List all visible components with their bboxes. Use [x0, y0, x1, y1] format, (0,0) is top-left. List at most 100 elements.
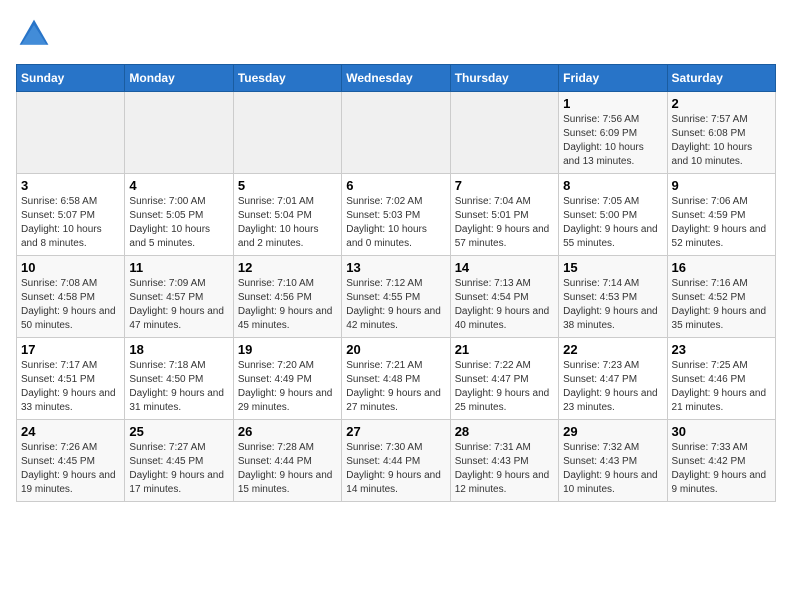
week-row-0: 1 Sunrise: 7:56 AM Sunset: 6:09 PM Daylig…	[17, 92, 776, 174]
day-number: 11	[129, 260, 228, 275]
day-info: Sunrise: 7:57 AM Sunset: 6:08 PM Dayligh…	[672, 113, 771, 169]
day-info: Sunrise: 7:31 AM Sunset: 4:43 PM Dayligh…	[455, 441, 554, 497]
day-header-friday: Friday	[559, 65, 667, 92]
day-number: 26	[238, 424, 337, 439]
day-number: 14	[455, 260, 554, 275]
day-info: Sunrise: 7:05 AM Sunset: 5:00 PM Dayligh…	[563, 195, 662, 251]
week-row-2: 10 Sunrise: 7:08 AM Sunset: 4:58 PM Dayli…	[17, 256, 776, 338]
day-header-tuesday: Tuesday	[233, 65, 341, 92]
day-info: Sunrise: 7:23 AM Sunset: 4:47 PM Dayligh…	[563, 359, 662, 415]
day-cell: 11 Sunrise: 7:09 AM Sunset: 4:57 PM Dayli…	[125, 256, 233, 338]
day-number: 13	[346, 260, 445, 275]
day-number: 28	[455, 424, 554, 439]
day-info: Sunrise: 7:13 AM Sunset: 4:54 PM Dayligh…	[455, 277, 554, 333]
day-number: 17	[21, 342, 120, 357]
day-cell	[450, 92, 558, 174]
day-info: Sunrise: 7:33 AM Sunset: 4:42 PM Dayligh…	[672, 441, 771, 497]
day-info: Sunrise: 7:17 AM Sunset: 4:51 PM Dayligh…	[21, 359, 120, 415]
day-number: 19	[238, 342, 337, 357]
day-info: Sunrise: 7:02 AM Sunset: 5:03 PM Dayligh…	[346, 195, 445, 251]
day-info: Sunrise: 7:20 AM Sunset: 4:49 PM Dayligh…	[238, 359, 337, 415]
calendar-header: SundayMondayTuesdayWednesdayThursdayFrid…	[17, 65, 776, 92]
day-info: Sunrise: 7:10 AM Sunset: 4:56 PM Dayligh…	[238, 277, 337, 333]
calendar-table: SundayMondayTuesdayWednesdayThursdayFrid…	[16, 64, 776, 502]
day-cell: 4 Sunrise: 7:00 AM Sunset: 5:05 PM Daylig…	[125, 174, 233, 256]
day-cell	[342, 92, 450, 174]
day-number: 2	[672, 96, 771, 111]
day-info: Sunrise: 7:04 AM Sunset: 5:01 PM Dayligh…	[455, 195, 554, 251]
day-number: 25	[129, 424, 228, 439]
day-number: 15	[563, 260, 662, 275]
day-info: Sunrise: 7:00 AM Sunset: 5:05 PM Dayligh…	[129, 195, 228, 251]
day-info: Sunrise: 7:27 AM Sunset: 4:45 PM Dayligh…	[129, 441, 228, 497]
day-info: Sunrise: 6:58 AM Sunset: 5:07 PM Dayligh…	[21, 195, 120, 251]
calendar-body: 1 Sunrise: 7:56 AM Sunset: 6:09 PM Daylig…	[17, 92, 776, 502]
day-info: Sunrise: 7:30 AM Sunset: 4:44 PM Dayligh…	[346, 441, 445, 497]
day-cell: 12 Sunrise: 7:10 AM Sunset: 4:56 PM Dayli…	[233, 256, 341, 338]
day-cell: 25 Sunrise: 7:27 AM Sunset: 4:45 PM Dayli…	[125, 420, 233, 502]
day-cell	[233, 92, 341, 174]
day-cell: 14 Sunrise: 7:13 AM Sunset: 4:54 PM Dayli…	[450, 256, 558, 338]
day-info: Sunrise: 7:26 AM Sunset: 4:45 PM Dayligh…	[21, 441, 120, 497]
day-number: 9	[672, 178, 771, 193]
day-cell: 1 Sunrise: 7:56 AM Sunset: 6:09 PM Daylig…	[559, 92, 667, 174]
day-cell: 28 Sunrise: 7:31 AM Sunset: 4:43 PM Dayli…	[450, 420, 558, 502]
day-number: 27	[346, 424, 445, 439]
day-cell: 26 Sunrise: 7:28 AM Sunset: 4:44 PM Dayli…	[233, 420, 341, 502]
day-number: 4	[129, 178, 228, 193]
day-info: Sunrise: 7:18 AM Sunset: 4:50 PM Dayligh…	[129, 359, 228, 415]
day-number: 18	[129, 342, 228, 357]
day-number: 20	[346, 342, 445, 357]
day-cell: 6 Sunrise: 7:02 AM Sunset: 5:03 PM Daylig…	[342, 174, 450, 256]
day-number: 12	[238, 260, 337, 275]
day-number: 24	[21, 424, 120, 439]
day-number: 16	[672, 260, 771, 275]
day-info: Sunrise: 7:01 AM Sunset: 5:04 PM Dayligh…	[238, 195, 337, 251]
day-info: Sunrise: 7:22 AM Sunset: 4:47 PM Dayligh…	[455, 359, 554, 415]
day-info: Sunrise: 7:25 AM Sunset: 4:46 PM Dayligh…	[672, 359, 771, 415]
day-cell: 20 Sunrise: 7:21 AM Sunset: 4:48 PM Dayli…	[342, 338, 450, 420]
week-row-4: 24 Sunrise: 7:26 AM Sunset: 4:45 PM Dayli…	[17, 420, 776, 502]
day-cell: 24 Sunrise: 7:26 AM Sunset: 4:45 PM Dayli…	[17, 420, 125, 502]
day-cell: 30 Sunrise: 7:33 AM Sunset: 4:42 PM Dayli…	[667, 420, 775, 502]
day-info: Sunrise: 7:09 AM Sunset: 4:57 PM Dayligh…	[129, 277, 228, 333]
day-number: 23	[672, 342, 771, 357]
day-info: Sunrise: 7:06 AM Sunset: 4:59 PM Dayligh…	[672, 195, 771, 251]
day-cell: 27 Sunrise: 7:30 AM Sunset: 4:44 PM Dayli…	[342, 420, 450, 502]
day-cell: 9 Sunrise: 7:06 AM Sunset: 4:59 PM Daylig…	[667, 174, 775, 256]
day-info: Sunrise: 7:28 AM Sunset: 4:44 PM Dayligh…	[238, 441, 337, 497]
day-info: Sunrise: 7:21 AM Sunset: 4:48 PM Dayligh…	[346, 359, 445, 415]
day-header-monday: Monday	[125, 65, 233, 92]
day-info: Sunrise: 7:32 AM Sunset: 4:43 PM Dayligh…	[563, 441, 662, 497]
week-row-1: 3 Sunrise: 6:58 AM Sunset: 5:07 PM Daylig…	[17, 174, 776, 256]
day-cell: 13 Sunrise: 7:12 AM Sunset: 4:55 PM Dayli…	[342, 256, 450, 338]
day-info: Sunrise: 7:16 AM Sunset: 4:52 PM Dayligh…	[672, 277, 771, 333]
day-cell: 5 Sunrise: 7:01 AM Sunset: 5:04 PM Daylig…	[233, 174, 341, 256]
day-cell: 2 Sunrise: 7:57 AM Sunset: 6:08 PM Daylig…	[667, 92, 775, 174]
logo-icon	[16, 16, 52, 52]
day-number: 6	[346, 178, 445, 193]
day-header-thursday: Thursday	[450, 65, 558, 92]
logo	[16, 16, 56, 52]
day-number: 3	[21, 178, 120, 193]
header	[16, 16, 776, 52]
day-number: 10	[21, 260, 120, 275]
day-cell: 7Sunrise: 7:04 AM Sunset: 5:01 PM Daylig…	[450, 174, 558, 256]
day-number: 29	[563, 424, 662, 439]
day-number: 21	[455, 342, 554, 357]
day-number: 5	[238, 178, 337, 193]
day-info: Sunrise: 7:08 AM Sunset: 4:58 PM Dayligh…	[21, 277, 120, 333]
day-cell: 15Sunrise: 7:14 AM Sunset: 4:53 PM Dayli…	[559, 256, 667, 338]
day-info: Sunrise: 7:12 AM Sunset: 4:55 PM Dayligh…	[346, 277, 445, 333]
week-row-3: 17 Sunrise: 7:17 AM Sunset: 4:51 PM Dayli…	[17, 338, 776, 420]
day-cell: 18 Sunrise: 7:18 AM Sunset: 4:50 PM Dayli…	[125, 338, 233, 420]
day-number: 1	[563, 96, 662, 111]
day-cell: 29 Sunrise: 7:32 AM Sunset: 4:43 PM Dayli…	[559, 420, 667, 502]
day-header-sunday: Sunday	[17, 65, 125, 92]
day-cell: 23 Sunrise: 7:25 AM Sunset: 4:46 PM Dayli…	[667, 338, 775, 420]
day-cell: 21 Sunrise: 7:22 AM Sunset: 4:47 PM Dayli…	[450, 338, 558, 420]
day-number: 30	[672, 424, 771, 439]
day-info: Sunrise: 7:56 AM Sunset: 6:09 PM Dayligh…	[563, 113, 662, 169]
day-cell	[125, 92, 233, 174]
day-cell: 3 Sunrise: 6:58 AM Sunset: 5:07 PM Daylig…	[17, 174, 125, 256]
